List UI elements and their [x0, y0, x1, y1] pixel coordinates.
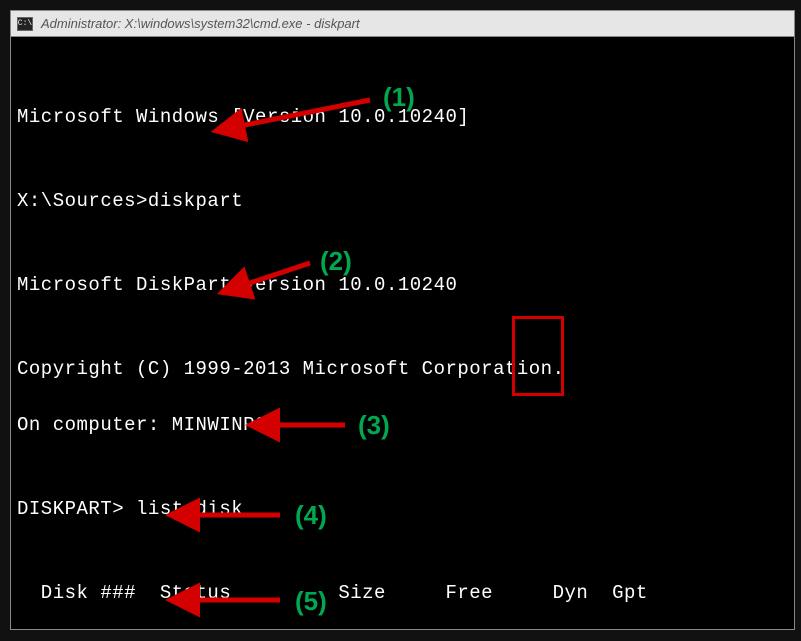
output-line: Microsoft Windows [Version 10.0.10240] [17, 103, 788, 131]
prompt-line: X:\Sources>diskpart [17, 187, 788, 215]
typed-command: list disk [136, 498, 243, 520]
window-titlebar[interactable]: C:\ Administrator: X:\windows\system32\c… [11, 11, 794, 37]
typed-command: diskpart [148, 190, 243, 212]
table-header: Disk ### Status Size Free Dyn Gpt [17, 579, 788, 607]
output-line: Copyright (C) 1999-2013 Microsoft Corpor… [17, 355, 788, 383]
output-line: On computer: MINWINPC [17, 411, 788, 439]
screenshot-frame: C:\ Administrator: X:\windows\system32\c… [0, 0, 801, 636]
cmd-icon: C:\ [17, 17, 33, 31]
window-title: Administrator: X:\windows\system32\cmd.e… [41, 16, 360, 31]
cmd-window: C:\ Administrator: X:\windows\system32\c… [10, 10, 795, 630]
terminal-body[interactable]: Microsoft Windows [Version 10.0.10240] X… [11, 37, 794, 629]
prompt: X:\Sources> [17, 190, 148, 212]
diskpart-prompt: DISKPART> [17, 498, 136, 520]
output-line: Microsoft DiskPart version 10.0.10240 [17, 271, 788, 299]
prompt-line: DISKPART> list disk [17, 495, 788, 523]
